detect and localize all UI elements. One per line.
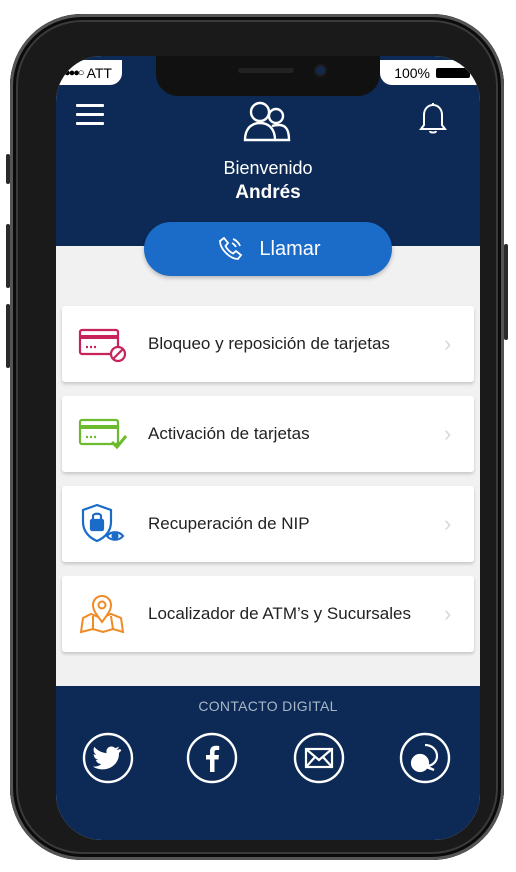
menu-item-nip-recovery[interactable]: Recuperación de NIP › — [62, 486, 474, 562]
menu-item-label: Bloqueo y reposición de tarjetas — [148, 334, 390, 353]
user-name: Andrés — [235, 182, 301, 203]
app-screen: ●●●○ ATT 100% Bienvenido Andrés Llamar B… — [56, 56, 480, 840]
call-button[interactable]: Llamar — [144, 222, 392, 276]
lock-shield-icon — [72, 486, 134, 562]
menu-item-label: Activación de tarjetas — [148, 424, 310, 443]
map-pin-icon — [72, 576, 134, 652]
chevron-right-icon: › — [444, 601, 452, 626]
call-button-label: Llamar — [259, 237, 321, 260]
hamburger-menu-icon[interactable] — [76, 104, 104, 126]
chevron-right-icon: › — [444, 421, 452, 446]
speaker — [238, 68, 294, 73]
footer-title: CONTACTO DIGITAL — [198, 698, 338, 714]
chevron-right-icon: › — [444, 511, 452, 536]
signal-icon: ●●●○ — [64, 67, 85, 79]
menu-item-label: Recuperación de NIP — [148, 514, 310, 533]
menu-item-label: Localizador de ATM’s y Sucursales — [148, 604, 411, 623]
card-block-icon — [72, 306, 134, 382]
phone-frame: ●●●○ ATT 100% Bienvenido Andrés Llamar B… — [6, 14, 508, 860]
welcome-text: Bienvenido — [223, 158, 313, 178]
mute-switch — [6, 154, 10, 184]
status-left: ●●●○ ATT — [56, 60, 122, 85]
status-right: 100% — [380, 60, 480, 85]
chat-icon[interactable] — [399, 732, 451, 784]
carrier-label: ATT — [86, 65, 112, 81]
app-header: ●●●○ ATT 100% Bienvenido Andrés — [56, 56, 480, 246]
phone-call-icon — [219, 236, 243, 260]
bell-icon[interactable] — [418, 100, 448, 139]
menu-item-card-activation[interactable]: Activación de tarjetas › — [62, 396, 474, 472]
volume-up-button — [6, 224, 10, 288]
menu-item-card-block[interactable]: Bloqueo y reposición de tarjetas › — [62, 306, 474, 382]
front-camera — [316, 66, 325, 75]
volume-down-button — [6, 304, 10, 368]
menu-item-atm-locator[interactable]: Localizador de ATM’s y Sucursales › — [62, 576, 474, 652]
chevron-right-icon: › — [444, 331, 452, 356]
contact-footer: CONTACTO DIGITAL — [56, 686, 480, 840]
mail-icon[interactable] — [293, 732, 345, 784]
battery-icon — [436, 68, 470, 78]
notch — [156, 56, 380, 96]
card-check-icon — [72, 396, 134, 472]
facebook-icon[interactable] — [186, 732, 238, 784]
users-icon[interactable] — [242, 100, 292, 149]
battery-label: 100% — [394, 65, 430, 81]
twitter-icon[interactable] — [82, 732, 134, 784]
power-button — [504, 244, 508, 340]
